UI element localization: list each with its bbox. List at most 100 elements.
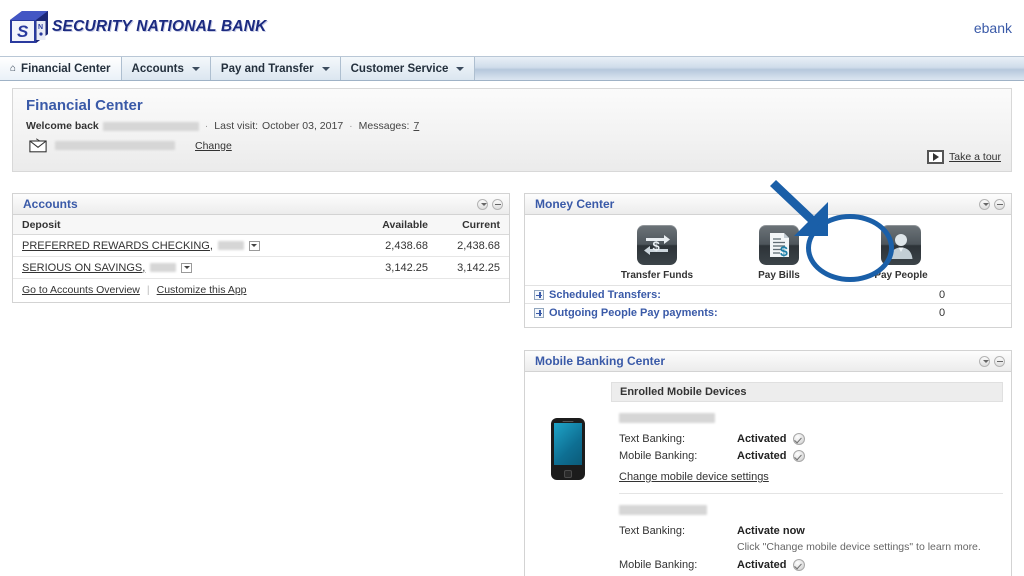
mobile-banking-body: Enrolled Mobile Devices Text Banking: Ac…	[525, 372, 1011, 576]
messages-count[interactable]: 7	[413, 120, 419, 132]
chevron-down-icon[interactable]	[979, 355, 990, 367]
mobile-banking-status: Activated	[737, 450, 805, 462]
account-name-cell: SERIOUS ON SAVINGS,	[22, 262, 340, 274]
chevron-down-icon	[191, 66, 200, 71]
accounts-panel: Accounts Deposit Available Current PREFE…	[12, 193, 510, 303]
accounts-table-header: Deposit Available Current	[13, 215, 509, 235]
take-a-tour-label: Take a tour	[949, 151, 1001, 163]
financial-center-banner: Financial Center Welcome back · Last vis…	[12, 88, 1012, 172]
last-visit-label: Last visit:	[214, 120, 259, 132]
nav-label: Accounts	[131, 62, 184, 75]
nav-label: Pay and Transfer	[220, 62, 314, 75]
table-row[interactable]: SERIOUS ON SAVINGS, 3,142.25 3,142.25	[13, 257, 509, 279]
mobile-banking-label: Mobile Banking:	[619, 450, 698, 462]
account-number-redacted	[217, 241, 244, 250]
mobile-banking-panel-header: Mobile Banking Center	[525, 351, 1011, 372]
nav-item-customer-service[interactable]: Customer Service	[340, 57, 476, 80]
welcome-label: Welcome back	[26, 120, 99, 132]
accounts-panel-footer: Go to Accounts Overview | Customize this…	[13, 279, 509, 301]
play-icon	[927, 150, 945, 164]
table-row[interactable]: PREFERRED REWARDS CHECKING, 2,438.68 2,4…	[13, 235, 509, 257]
email-row: Change	[29, 138, 232, 153]
row-value: 0	[938, 306, 946, 319]
plus-icon[interactable]	[534, 289, 544, 300]
svg-text:N: N	[38, 24, 43, 31]
page-title: Financial Center	[26, 97, 143, 114]
welcome-name-redacted	[102, 121, 199, 131]
chevron-down-icon	[321, 66, 330, 71]
minus-icon[interactable]	[994, 355, 1005, 367]
panel-header-buttons	[979, 355, 1005, 367]
account-link[interactable]: PREFERRED REWARDS CHECKING,	[22, 240, 213, 252]
change-mobile-device-settings-link[interactable]: Change mobile device settings	[619, 471, 769, 483]
status-badge: Activated	[737, 559, 787, 571]
current-value: 2,438.68	[457, 239, 500, 252]
money-center-panel-header: Money Center	[525, 194, 1011, 215]
account-number-redacted	[150, 263, 177, 272]
minus-icon[interactable]	[994, 198, 1005, 210]
nav-item-accounts[interactable]: Accounts	[121, 57, 211, 80]
outgoing-people-pay-row[interactable]: Outgoing People Pay payments: 0	[525, 303, 1011, 321]
list-item: Text Banking: Activate now Click "Change…	[611, 494, 1003, 571]
take-a-tour-button[interactable]: Take a tour	[927, 150, 1001, 164]
meta-dot-1: ·	[204, 120, 209, 132]
meta-dot-2: ·	[349, 120, 353, 132]
action-transfer-funds[interactable]: $ Transfer Funds	[614, 225, 700, 281]
text-banking-status: Activated	[737, 433, 805, 445]
scheduled-transfers-row[interactable]: Scheduled Transfers: 0	[525, 285, 1011, 303]
chevron-down-icon[interactable]	[979, 198, 990, 210]
svg-text:$: $	[653, 239, 661, 254]
column-available: Available	[382, 218, 428, 231]
action-pay-bills[interactable]: $ Pay Bills	[736, 225, 822, 281]
account-menu-icon[interactable]	[248, 240, 260, 251]
text-banking-label: Text Banking:	[619, 525, 686, 537]
plus-icon[interactable]	[534, 307, 544, 318]
action-label: Pay People	[874, 270, 928, 281]
mobile-banking-panel-title: Mobile Banking Center	[535, 354, 666, 368]
status-badge: Activated	[737, 450, 787, 462]
mobile-banking-label: Mobile Banking:	[619, 559, 698, 571]
panel-header-buttons	[477, 198, 503, 210]
current-value: 3,142.25	[457, 261, 500, 274]
chevron-down-icon	[456, 66, 465, 71]
account-name-cell: PREFERRED REWARDS CHECKING,	[22, 240, 340, 252]
row-label: Scheduled Transfers:	[549, 288, 661, 301]
masthead: S N SECURITY NATIONAL BANK ebank	[0, 0, 1024, 56]
envelope-icon	[29, 138, 47, 153]
brand-logo[interactable]: S N SECURITY NATIONAL BANK	[8, 8, 267, 46]
check-circle-icon	[792, 433, 805, 445]
accounts-overview-link[interactable]: Go to Accounts Overview	[22, 284, 140, 296]
device-number-redacted	[619, 409, 1003, 427]
money-center-panel: Money Center $ Transfer Funds $ Pay Bill…	[524, 193, 1012, 328]
panel-header-buttons	[979, 198, 1005, 210]
nav-label: Financial Center	[21, 62, 111, 75]
text-banking-label: Text Banking:	[619, 433, 686, 445]
transfer-arrows-dollar-icon: $	[637, 225, 677, 265]
nav-item-financial-center[interactable]: ⌂ Financial Center	[0, 57, 122, 80]
list-item: Text Banking: Activated Mobile Banking: …	[611, 402, 1003, 494]
customize-app-link[interactable]: Customize this App	[157, 284, 247, 296]
device-number-redacted	[619, 501, 1003, 519]
enrolled-devices-section: Enrolled Mobile Devices Text Banking: Ac…	[611, 382, 1003, 576]
ebank-label: ebank	[973, 20, 1012, 36]
mobile-banking-center-panel: Mobile Banking Center Enrolled Mobile De…	[524, 350, 1012, 576]
account-link[interactable]: SERIOUS ON SAVINGS,	[22, 262, 145, 274]
nav-label: Customer Service	[350, 62, 449, 75]
money-center-actions: $ Transfer Funds $ Pay Bills Pay People	[547, 215, 1011, 285]
account-menu-icon[interactable]	[181, 262, 193, 273]
page-root: Bank Home|Help|Sign Off S N SECURITY NAT…	[0, 0, 1024, 576]
column-deposit: Deposit	[22, 218, 61, 231]
action-pay-people[interactable]: Pay People	[858, 225, 944, 281]
row-value: 0	[938, 288, 946, 301]
smartphone-icon	[525, 382, 611, 576]
nav-item-pay-and-transfer[interactable]: Pay and Transfer	[210, 57, 341, 80]
chevron-down-icon[interactable]	[477, 198, 488, 210]
check-circle-icon	[792, 450, 805, 462]
last-visit-value: October 03, 2017	[262, 120, 344, 132]
activate-now-link[interactable]: Activate now	[737, 525, 805, 537]
minus-icon[interactable]	[492, 198, 503, 210]
person-icon	[881, 225, 921, 265]
brand-name: SECURITY NATIONAL BANK	[52, 18, 267, 35]
change-email-link[interactable]: Change	[195, 140, 232, 152]
invoice-dollar-icon: $	[759, 225, 799, 265]
